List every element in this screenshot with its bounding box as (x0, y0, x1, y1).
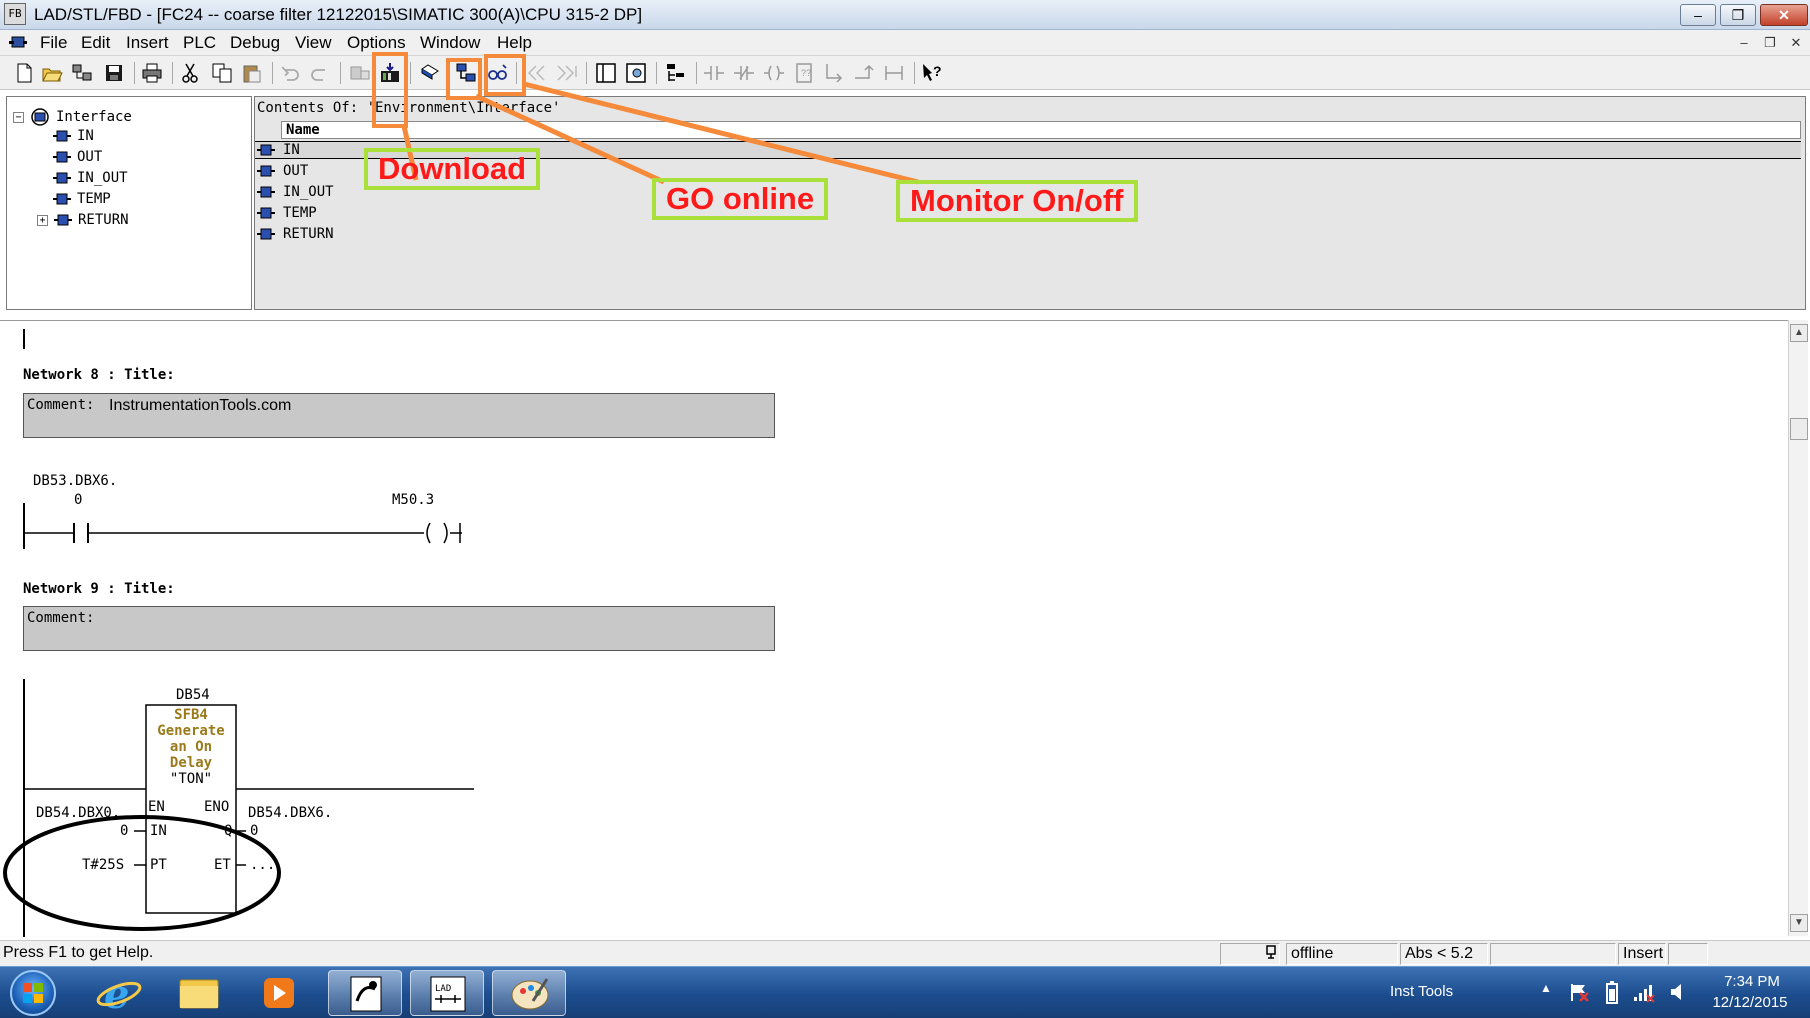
status-cell-empty (1668, 943, 1708, 965)
taskbar-paint[interactable] (492, 970, 566, 1016)
folder-icon (179, 979, 219, 1009)
annotation-arrows (401, 81, 919, 185)
svg-text:e: e (104, 971, 129, 1016)
status-bar: Press F1 to get Help. offline Abs < 5.2 … (0, 940, 1810, 966)
network-9-title[interactable]: Network 9 : Title: (23, 581, 175, 597)
lad-editor-icon: LAD (430, 976, 466, 1012)
monitor-annotation: Monitor On/off (896, 180, 1138, 222)
taskbar-internet-explorer[interactable]: e (82, 970, 156, 1018)
taskbar: e LAD Inst Tools ▲ 7:34 PM 12/12/2015 (0, 966, 1810, 1018)
help-hint: Press F1 to get Help. (3, 944, 154, 961)
ladder-editor[interactable]: Network 8 : Title: Comment: Instrumentat… (0, 320, 1788, 937)
block-name-line: Generate (157, 723, 225, 739)
paint-icon (511, 978, 549, 1010)
block-name-line: SFB4 (174, 707, 208, 723)
battery-icon[interactable] (1604, 981, 1620, 1005)
connection-status-icon (1264, 945, 1278, 959)
windows-logo-icon (23, 983, 43, 1003)
simatic-manager-icon (350, 976, 382, 1012)
scroll-thumb[interactable] (1790, 418, 1808, 440)
start-button[interactable] (10, 970, 56, 1016)
block-symbol: "TON" (169, 771, 213, 787)
timer-block[interactable]: SFB4 Generate an On Delay "TON" (146, 707, 236, 787)
block-name-line: Delay (169, 755, 213, 771)
network-8-title[interactable]: Network 8 : Title: (23, 367, 175, 383)
internet-explorer-icon: e (96, 971, 142, 1018)
contact-operand[interactable]: DB53.DBX6. (33, 473, 117, 489)
volume-icon[interactable] (1668, 981, 1690, 1003)
network-8-comment-box[interactable]: Comment: InstrumentationTools.com (23, 393, 775, 438)
clock-time[interactable]: 7:34 PM (1720, 973, 1784, 990)
taskbar-simatic-manager[interactable] (328, 970, 402, 1016)
tray-toolbar-label[interactable]: Inst Tools (1390, 983, 1453, 1000)
network-icon[interactable] (1632, 981, 1656, 1003)
taskbar-media-player[interactable] (242, 970, 316, 1016)
scroll-down-button[interactable]: ▼ (1790, 914, 1808, 932)
media-player-icon (264, 978, 294, 1008)
status-cell-empty (1490, 943, 1616, 965)
comment-text: InstrumentationTools.com (109, 397, 292, 414)
block-name-line: an On (169, 739, 213, 755)
clock-date[interactable]: 12/12/2015 (1706, 994, 1794, 1011)
address-status: Abs < 5.2 (1400, 943, 1488, 965)
scroll-up-button[interactable]: ▲ (1790, 324, 1808, 342)
taskbar-explorer[interactable] (162, 970, 236, 1016)
svg-text:LAD: LAD (435, 984, 451, 994)
download-annotation: Download (364, 148, 541, 190)
comment-label: Comment: (27, 610, 95, 626)
network-8-rung (23, 503, 462, 549)
timer-db-label[interactable]: DB54 (176, 687, 210, 703)
show-hidden-icons[interactable]: ▲ (1540, 981, 1552, 995)
vertical-scrollbar[interactable]: ▲ ▼ (1788, 320, 1808, 936)
comment-label: Comment: (27, 397, 95, 413)
taskbar-lad-stl-fbd[interactable]: LAD (410, 970, 484, 1016)
insert-mode-status: Insert (1618, 943, 1666, 965)
highlight-ellipse (3, 815, 281, 931)
network-9-comment-box[interactable]: Comment: (23, 606, 775, 651)
online-status: offline (1286, 943, 1398, 965)
action-center-icon[interactable] (1568, 981, 1590, 1003)
go-online-annotation: GO online (652, 178, 829, 220)
power-rail (23, 329, 25, 349)
